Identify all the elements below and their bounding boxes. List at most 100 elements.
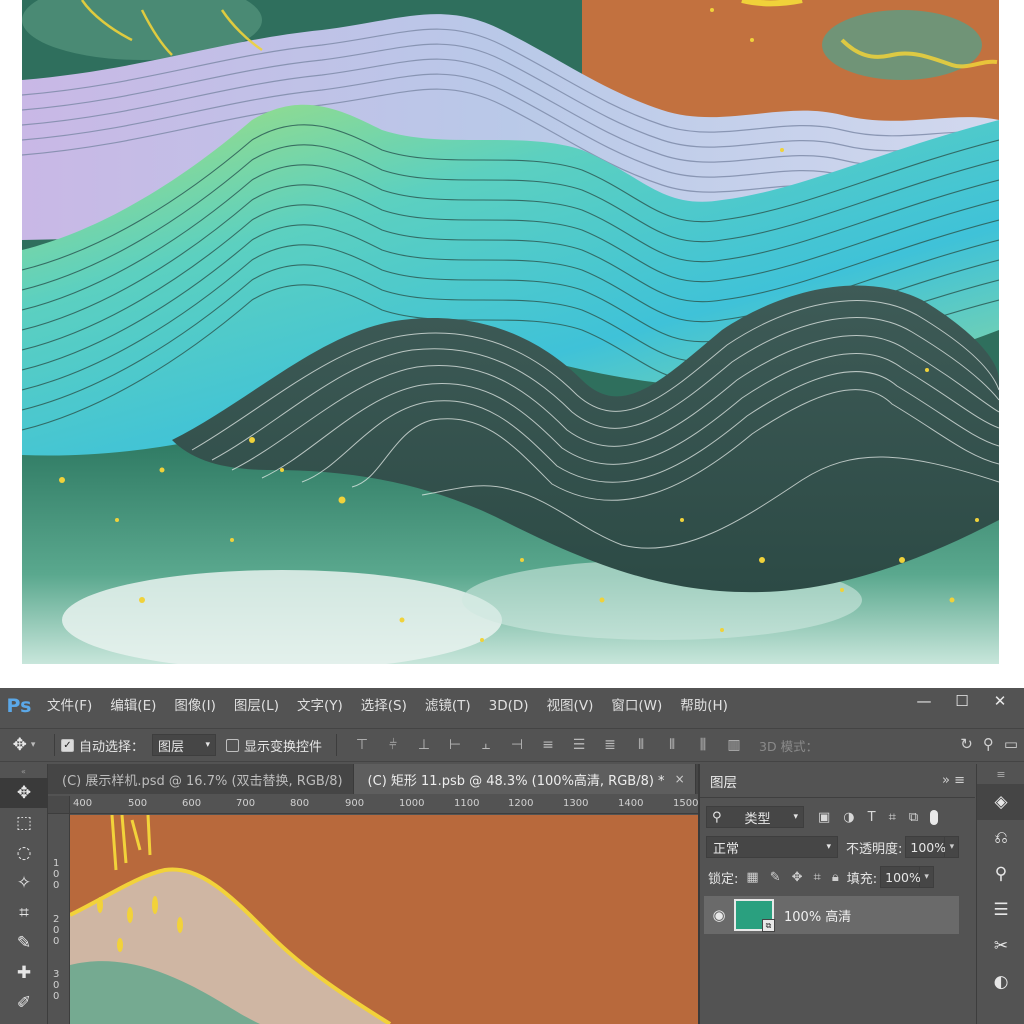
ruler-tick: 600 [182, 798, 202, 809]
shape-filter-icon[interactable]: ⌗ [889, 810, 896, 825]
fill-input[interactable]: 100% [880, 866, 921, 888]
maximize-icon[interactable]: ☐ [952, 692, 972, 710]
options-bar: ✥ ▾ ✓ 自动选择： 图层 ▾ 显示变换控件 ⊤ ⫩ ⊥ ⊢ ⫠ ⊣ ≡ ☰ ≣… [0, 728, 1024, 762]
menu-layer[interactable]: 图层(L) [225, 688, 288, 724]
brush-tool-icon[interactable]: ✐ [0, 988, 48, 1018]
fill-label: 填充: [846, 871, 878, 887]
distribute-bottom-icon[interactable]: ≣ [601, 737, 619, 753]
ruler-origin[interactable] [48, 796, 70, 814]
chevron-down-icon: ▾ [793, 812, 798, 822]
adjustments-panel-icon[interactable]: ◐ [977, 964, 1024, 1000]
auto-select-dropdown[interactable]: 图层 ▾ [152, 734, 217, 756]
eyedropper-tool-icon[interactable]: ✎ [0, 928, 48, 958]
align-right-icon[interactable]: ⊣ [508, 737, 526, 753]
right-dock: ≡ ◈ ⎌ ⚲ ☰ ✂ ◐ [976, 764, 1024, 1024]
horizontal-ruler[interactable]: 400 500 600 700 800 900 1000 1100 1200 1… [70, 796, 698, 814]
properties-panel-icon[interactable]: ☰ [977, 892, 1024, 928]
menu-filter[interactable]: 滤镜(T) [416, 688, 480, 724]
tools-panel-icon[interactable]: ✂ [977, 928, 1024, 964]
adjustment-filter-icon[interactable]: ◑ [843, 810, 854, 825]
layers-panel-title[interactable]: 图层 [710, 771, 737, 791]
document-canvas[interactable] [70, 815, 698, 1024]
eye-icon[interactable]: ◉ [704, 906, 734, 924]
ruler-tick: 700 [236, 798, 256, 809]
lasso-tool-icon[interactable]: ◌ [0, 838, 48, 868]
align-top-icon[interactable]: ⊤ [353, 737, 371, 753]
ruler-tick: 1100 [454, 798, 480, 809]
healing-brush-tool-icon[interactable]: ✚ [0, 958, 48, 988]
image-filter-icon[interactable]: ▣ [818, 810, 830, 825]
align-left-icon[interactable]: ⊢ [446, 737, 464, 753]
menu-image[interactable]: 图像(I) [165, 688, 225, 724]
magic-wand-tool-icon[interactable]: ✧ [0, 868, 48, 898]
window-controls: — ☐ ✕ [914, 688, 1010, 714]
menu-edit[interactable]: 编辑(E) [101, 688, 165, 724]
separator [54, 734, 55, 756]
show-transform-checkbox[interactable] [226, 738, 240, 752]
lock-icons: ▦ ✎ ✥ ⌗ 🔒︎ [746, 870, 838, 885]
move-tool-preset-icon[interactable]: ✥ ▾ [0, 735, 48, 755]
align-vcenter-icon[interactable]: ⫩ [384, 737, 402, 753]
menu-3d[interactable]: 3D(D) [480, 688, 538, 724]
distribute-right-icon[interactable]: ⫼ [694, 737, 712, 753]
filter-kind-value: 类型 [744, 811, 771, 827]
distribute-top-icon[interactable]: ≡ [539, 737, 557, 753]
move-tool-icon[interactable]: ✥ [0, 778, 48, 808]
auto-align-icon[interactable]: ▥ [725, 737, 743, 753]
type-filter-icon[interactable]: T [868, 810, 876, 825]
blend-mode-dropdown[interactable]: 正常 ▾ [706, 836, 838, 858]
layer-filter-dropdown[interactable]: ⚲ 类型 ▾ [706, 806, 804, 828]
lock-artboard-icon[interactable]: ⌗ [814, 870, 821, 885]
minimize-icon[interactable]: — [914, 692, 934, 710]
menu-view[interactable]: 视图(V) [538, 688, 603, 724]
lock-transparency-icon[interactable]: ▦ [746, 870, 758, 885]
distribute-vcenter-icon[interactable]: ☰ [570, 737, 588, 753]
history-panel-icon[interactable]: ⎌ [977, 820, 1024, 856]
close-icon[interactable]: ✕ [990, 692, 1010, 710]
ruler-tick: 400 [73, 798, 93, 809]
menu-select[interactable]: 选择(S) [352, 688, 416, 724]
lock-image-icon[interactable]: ✎ [770, 870, 781, 885]
tools-panel: « ✥ ⬚ ◌ ✧ ⌗ ✎ ✚ ✐ [0, 764, 48, 1024]
panel-collapse-icon[interactable]: « [0, 764, 47, 778]
distribute-left-icon[interactable]: ⫴ [632, 737, 650, 753]
lock-all-icon[interactable]: 🔒︎ [832, 870, 839, 885]
tab-document-2[interactable]: (C) 矩形 11.psb @ 48.3% (100%高清, RGB/8) * … [353, 764, 696, 794]
ruler-tick: 800 [290, 798, 310, 809]
layer-thumbnail: ⧉ [734, 899, 775, 932]
ruler-tick: 1200 [508, 798, 534, 809]
close-icon[interactable]: × [675, 772, 685, 786]
ps-logo: Ps [6, 695, 32, 717]
crop-tool-icon[interactable]: ⌗ [0, 898, 48, 928]
collapse-glyph: » [942, 773, 950, 788]
align-hcenter-icon[interactable]: ⫠ [477, 737, 495, 753]
layers-panel-icon[interactable]: ◈ [977, 784, 1024, 820]
dock-menu-icon[interactable]: ≡ [977, 764, 1024, 784]
menu-type[interactable]: 文字(Y) [288, 688, 352, 724]
mode-3d-label: 3D 模式： [759, 738, 819, 754]
chevron-down-icon[interactable]: ▾ [945, 836, 960, 858]
opacity-input[interactable]: 100% [905, 836, 946, 858]
workspace-icon[interactable]: ▭ [1004, 735, 1018, 753]
align-bottom-icon[interactable]: ⊥ [415, 737, 433, 753]
chevron-down-icon: ▾ [826, 842, 831, 852]
filter-toggle[interactable] [930, 809, 939, 825]
marquee-tool-icon[interactable]: ⬚ [0, 808, 48, 838]
menu-file[interactable]: 文件(F) [38, 688, 101, 724]
panel-menu-icon[interactable]: » ≡ [942, 773, 965, 788]
search-icon[interactable]: ⚲ [983, 735, 994, 753]
auto-select-checkbox[interactable]: ✓ [61, 738, 74, 752]
smart-object-filter-icon[interactable]: ⧉ [909, 810, 918, 825]
brush-panel-icon[interactable]: ⚲ [977, 856, 1024, 892]
distribute-hcenter-icon[interactable]: ⦀ [663, 737, 681, 753]
chevron-down-icon[interactable]: ▾ [920, 866, 935, 888]
vertical-ruler[interactable]: 100 200 300 [48, 814, 70, 1024]
menu-window[interactable]: 窗口(W) [602, 688, 671, 724]
search-icon: ⚲ [712, 809, 722, 825]
tab-title: (C) 矩形 11.psb @ 48.3% (100%高清, RGB/8) * [367, 773, 665, 789]
layer-item[interactable]: ◉ ⧉ 100% 高清 [704, 896, 959, 934]
orbit-3d-icon[interactable]: ↻ [960, 735, 973, 753]
tab-document-1[interactable]: (C) 展示样机.psd @ 16.7% (双击替换, RGB/8) [48, 764, 354, 794]
lock-position-icon[interactable]: ✥ [792, 870, 803, 885]
menu-help[interactable]: 帮助(H) [671, 688, 737, 724]
